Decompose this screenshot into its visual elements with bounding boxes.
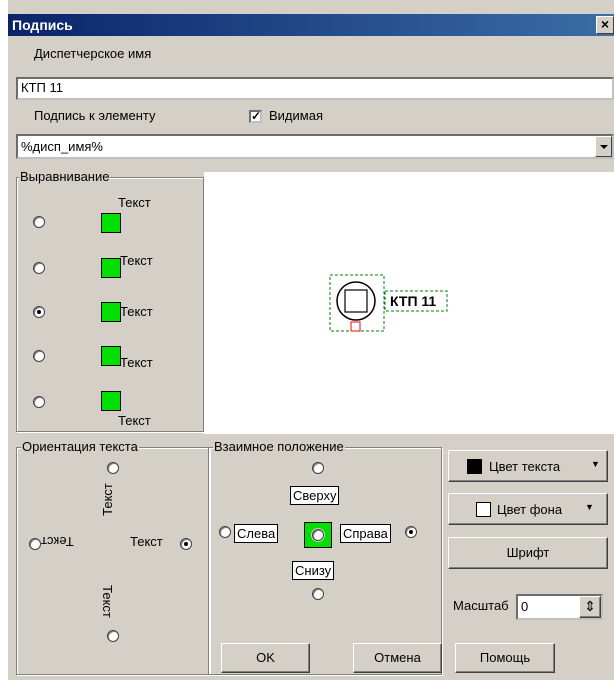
align-green-square-4 (101, 346, 121, 366)
scale-value: 0 (521, 599, 529, 614)
dropdown-arrow-icon: ▼ (585, 502, 594, 512)
background-color-button[interactable]: Цвет фона ▼ (448, 493, 608, 525)
visible-checkbox-label: Видимая (269, 108, 323, 123)
orientation-text-down: Текст (99, 585, 115, 618)
position-radio-left[interactable] (219, 526, 231, 538)
align-green-square-1 (101, 213, 121, 233)
chevron-down-icon (599, 144, 608, 149)
title-bar[interactable]: Подпись × (8, 14, 614, 36)
help-button[interactable]: Помощь (455, 643, 555, 673)
position-radio-center[interactable] (312, 529, 324, 541)
orientation-text-right: Текст (130, 534, 163, 549)
scale-label: Масштаб (453, 598, 509, 613)
align-green-square-3 (101, 302, 121, 322)
preview-element-label: КТП 11 (390, 293, 437, 309)
dispatcher-name-label: Диспетчерское имя (34, 46, 152, 61)
align-text-3: Текст (120, 304, 153, 319)
alignment-group-label: Выравнивание (19, 169, 111, 184)
preview-canvas: КТП 11 (204, 172, 614, 434)
position-bottom-label: Снизу (292, 561, 335, 580)
orientation-radio-up[interactable] (107, 462, 119, 474)
combobox-dropdown-button[interactable] (595, 136, 612, 157)
dispatcher-name-input[interactable]: КТП 11 (16, 77, 614, 100)
caption-combobox-value: %дисп_имя% (21, 139, 103, 154)
align-radio-2[interactable] (33, 262, 45, 274)
caption-combobox[interactable]: %дисп_имя% (16, 134, 614, 159)
position-radio-right[interactable] (405, 526, 417, 538)
close-button[interactable]: × (596, 16, 614, 34)
font-button[interactable]: Шрифт (448, 537, 608, 569)
text-color-button[interactable]: Цвет текста ▼ (448, 450, 608, 482)
orientation-group-label: Ориентация текста (21, 439, 139, 454)
text-color-swatch (467, 459, 482, 474)
scale-spinner[interactable]: 0 ⇕ (516, 594, 603, 620)
dropdown-arrow-icon: ▼ (591, 459, 600, 469)
background-color-swatch (476, 502, 491, 517)
align-text-5: Текст (118, 413, 151, 428)
orientation-radio-down[interactable] (107, 630, 119, 642)
position-top-label: Сверху (290, 486, 340, 505)
cancel-button[interactable]: Отмена (353, 643, 442, 673)
align-radio-1[interactable] (33, 216, 45, 228)
position-radio-bottom[interactable] (312, 588, 324, 600)
align-radio-5[interactable] (33, 396, 45, 408)
position-radio-top[interactable] (312, 462, 324, 474)
position-right-label: Справа (340, 524, 391, 543)
spinner-updown-icon[interactable]: ⇕ (579, 596, 601, 618)
dialog: Подпись × Диспетчерское имя КТП 11 Подпи… (8, 0, 614, 680)
text-color-label: Цвет текста (489, 459, 561, 474)
ok-button[interactable]: OK (221, 643, 310, 673)
visible-checkbox[interactable]: ✓ (249, 110, 262, 123)
align-radio-4[interactable] (33, 350, 45, 362)
align-green-square-5 (101, 391, 121, 411)
orientation-text-up: Текст (99, 483, 115, 516)
dispatcher-name-value: КТП 11 (21, 80, 63, 95)
align-text-2: Текст (120, 253, 153, 268)
background-color-label: Цвет фона (497, 502, 563, 517)
orientation-radio-left[interactable] (29, 538, 41, 550)
caption-label: Подпись к элементу (34, 108, 156, 123)
window-title: Подпись (12, 17, 73, 33)
position-group-label: Взаимное положение (213, 439, 345, 454)
position-group: Взаимное положение Сверху Слева Справа С… (208, 439, 442, 675)
align-radio-3[interactable] (33, 306, 45, 318)
orientation-group: Ориентация текста Текст Текст Текст Текс… (16, 439, 210, 675)
align-green-square-2 (101, 258, 121, 278)
orientation-text-left: Текст (41, 534, 74, 549)
align-text-1: Текст (118, 195, 151, 210)
align-text-4: Текст (120, 355, 153, 370)
orientation-radio-right[interactable] (180, 538, 192, 550)
position-left-label: Слева (234, 524, 279, 543)
alignment-group: Выравнивание Текст Текст Текст Текст Тек… (16, 169, 204, 432)
